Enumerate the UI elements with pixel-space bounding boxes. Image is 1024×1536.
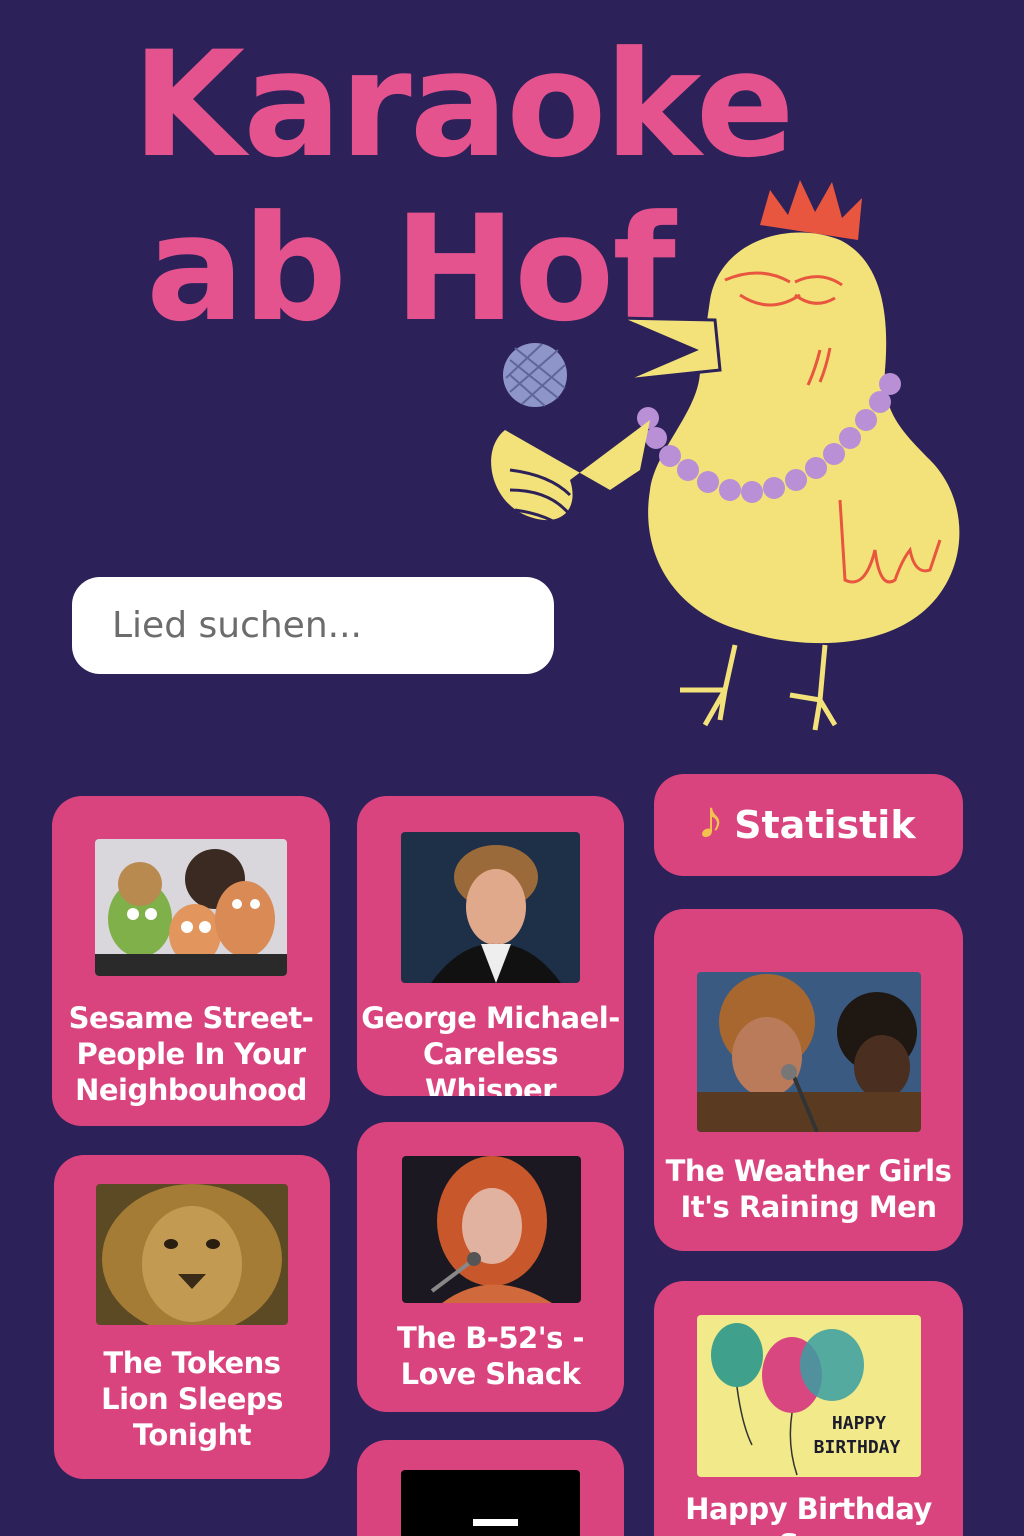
song-card-george-michael[interactable]: George Michael- Careless Whisper: [357, 796, 624, 1096]
song-label-line: Love Shack: [400, 1357, 581, 1391]
statistics-button[interactable]: 𝅘𝅥𝅮 Statistik: [654, 774, 963, 876]
song-label-line: The B-52's -: [397, 1321, 584, 1355]
song-card-happy-birthday[interactable]: HAPPY BIRTHDAY Happy Birthday Son: [654, 1281, 963, 1536]
song-label-line: Careless Whisper: [423, 1037, 558, 1096]
statistics-button-label: Statistik: [734, 803, 916, 847]
song-thumbnail-two-singers: [697, 972, 921, 1132]
chick-body: [648, 232, 960, 644]
song-thumbnail-balloons: HAPPY BIRTHDAY: [697, 1315, 921, 1477]
song-label-line: Neighbouhood: [75, 1073, 307, 1107]
song-label-line: George Michael-: [361, 1001, 620, 1035]
song-thumbnail-singer-man: [401, 832, 580, 983]
song-label-line: Happy Birthday Son: [685, 1492, 932, 1536]
happy-text: HAPPY: [832, 1413, 886, 1434]
song-card-weather-girls[interactable]: The Weather Girls It's Raining Men: [654, 909, 963, 1251]
song-thumbnail-muppets: [95, 839, 287, 976]
song-card-partial[interactable]: [357, 1440, 624, 1536]
song-thumbnail-lion: [96, 1184, 288, 1325]
song-label-line: Tonight: [132, 1418, 252, 1452]
song-card-the-tokens[interactable]: The Tokens Lion Sleeps Tonight: [54, 1155, 330, 1479]
song-thumbnail-redhead-singer: [402, 1156, 581, 1303]
song-label-line: It's Raining Men: [680, 1190, 938, 1224]
app-title-line-1: Karaoke: [132, 20, 795, 190]
birthday-text: BIRTHDAY: [814, 1437, 901, 1458]
song-label-line: Lion Sleeps: [101, 1382, 283, 1416]
music-note-icon: 𝅘𝅥𝅮: [701, 804, 721, 845]
song-label-line: The Tokens: [103, 1346, 281, 1380]
song-label-the-tokens: The Tokens Lion Sleeps Tonight: [54, 1345, 330, 1453]
song-label-happy-birthday: Happy Birthday Son: [654, 1491, 963, 1536]
song-thumbnail-black-video: [401, 1470, 580, 1536]
song-card-b52s[interactable]: The B-52's - Love Shack: [357, 1122, 624, 1412]
song-search-input[interactable]: [72, 577, 554, 674]
song-label-george-michael: George Michael- Careless Whisper: [357, 1000, 624, 1096]
song-card-sesame-street[interactable]: Sesame Street- People In Your Neighbouhood: [52, 796, 330, 1126]
chick-beak: [619, 316, 722, 382]
song-label-line: The Weather Girls: [665, 1154, 952, 1188]
song-label-sesame-street: Sesame Street- People In Your Neighbouhood: [52, 1000, 330, 1108]
chick-legs: [680, 644, 838, 731]
song-label-line: Sesame Street-: [68, 1001, 314, 1035]
song-label-weather-girls: The Weather Girls It's Raining Men: [654, 1153, 963, 1225]
chick-comb: [760, 180, 862, 240]
song-label-line: People In Your: [76, 1037, 306, 1071]
song-label-b52s: The B-52's - Love Shack: [357, 1320, 624, 1392]
